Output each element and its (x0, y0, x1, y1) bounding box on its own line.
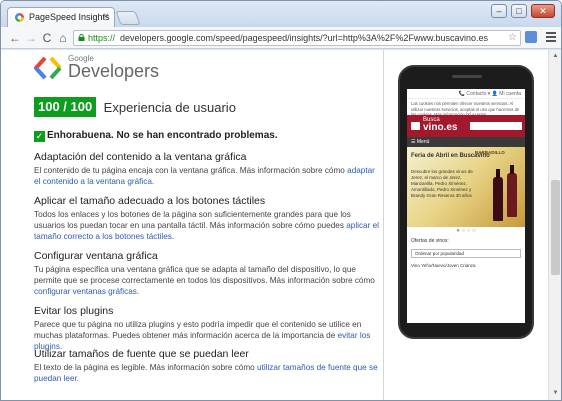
offers-label: Ofertas de vinos: (411, 238, 449, 244)
banner-brand: BARBADILLO (475, 150, 505, 155)
rule-text: El contenido de tu página encaja con la … (34, 166, 375, 186)
rule-viewport-content: Adaptación del contenido a la ventana gr… (34, 151, 379, 187)
congrats-text: Enhorabuena. No se han encontrado proble… (47, 130, 278, 141)
product-list-item: Vino Yeño/Nuevo/Joven Crianza (411, 263, 476, 268)
title-bar: PageSpeed Insights × – □ ✕ (1, 1, 561, 28)
score-row: 100 / 100 Experiencia de usuario (34, 97, 236, 117)
maximize-button[interactable]: □ (511, 4, 527, 18)
rule-title: Adaptación del contenido a la ventana gr… (34, 151, 247, 163)
tab-close-icon[interactable]: × (103, 11, 109, 22)
site-top-links: 📞 Contacto ▾ 👤 Mi cuenta (407, 89, 525, 99)
google-developers-logo[interactable]: Google Developers (34, 52, 174, 84)
rule-title: Evitar los plugins (34, 305, 114, 317)
lock-icon (78, 34, 85, 41)
banner-text: Descubre los grandes vinos de Jerez, el … (411, 169, 473, 198)
rule-avoid-plugins: Evitar los plugins Parece que tu página … (34, 305, 379, 352)
score-badge: 100 / 100 (34, 97, 97, 117)
logo-developers-text: Developers (68, 61, 160, 81)
bookmark-star-icon[interactable]: ☆ (508, 31, 517, 45)
site-banner: Feria de Abril en Buscavino Descubre los… (407, 147, 525, 227)
checkmark-icon: ✓ (34, 131, 45, 142)
scroll-down-arrow-icon[interactable]: ▼ (551, 389, 560, 398)
phone-screen-screenshot: 📞 Contacto ▾ 👤 Mi cuenta Las cookies nos… (407, 89, 525, 323)
developers-chevron-icon (34, 56, 62, 80)
browser-toolbar: ← → C ⌂ https:// developers.google.com/s… (1, 27, 561, 49)
forward-button[interactable]: → (23, 30, 39, 46)
rule-configure-viewport: Configurar ventana gráfica Tu página esp… (34, 250, 379, 297)
tab-pagespeed[interactable]: PageSpeed Insights × (7, 7, 115, 28)
minimize-button[interactable]: – (491, 4, 507, 18)
window-controls: – □ ✕ (491, 4, 555, 18)
rule-title: Utilizar tamaños de fuente que se puedan… (34, 348, 249, 360)
score-title: Experiencia de usuario (103, 99, 236, 115)
wine-bottle-image (493, 169, 503, 221)
site-menu-bar: ☰ Menú (407, 137, 525, 147)
url-scheme: https:// (88, 33, 116, 43)
site-cookie-notice: Las cookies nos permiten ofrecer nuestro… (411, 101, 520, 117)
sort-select: Ordenar por popularidad (411, 249, 521, 258)
mobile-preview-panel: 📞 Contacto ▾ 👤 Mi cuenta Las cookies nos… (384, 50, 548, 400)
close-window-button[interactable]: ✕ (531, 4, 555, 18)
address-bar[interactable]: https:// developers.google.com/speed/pag… (73, 30, 521, 46)
url-text: developers.google.com/speed/pagespeed/in… (120, 33, 488, 43)
rule-text: Tu página especifica una ventana gráfica… (34, 265, 375, 296)
congrats-message: ✓ Enhorabuena. No se han encontrado probl… (34, 130, 278, 142)
page-content: Google Developers 100 / 100 Experiencia … (1, 50, 561, 400)
rule-text: El texto de la página es legible. Más in… (34, 363, 378, 383)
back-button[interactable]: ← (7, 30, 23, 46)
chrome-menu-icon[interactable] (546, 32, 556, 44)
wine-bottle-image (507, 165, 517, 217)
rule-title: Aplicar el tamaño adecuado a los botones… (34, 195, 266, 207)
tab-title: PageSpeed Insights (29, 12, 110, 22)
phone-speaker (452, 75, 482, 78)
extension-icon[interactable] (525, 31, 537, 43)
site-header: Busca vino.es (407, 115, 525, 137)
vertical-scrollbar[interactable]: ▲ ▼ (548, 50, 561, 400)
site-cart-icon (411, 122, 420, 130)
rule-tap-targets: Aplicar el tamaño adecuado a los botones… (34, 195, 379, 242)
home-button[interactable]: ⌂ (55, 30, 71, 46)
results-panel: Google Developers 100 / 100 Experiencia … (1, 50, 383, 400)
site-logo: Busca vino.es (423, 117, 458, 133)
rule-link[interactable]: configurar ventanas gráficas (34, 287, 137, 296)
new-tab-button[interactable] (115, 11, 141, 25)
scroll-thumb[interactable] (551, 180, 560, 275)
rule-font-sizes: Utilizar tamaños de fuente que se puedan… (34, 348, 379, 384)
reload-button[interactable]: C (39, 30, 55, 46)
rule-text: Todos los enlaces y los botones de la pá… (34, 210, 379, 241)
pagespeed-favicon-icon (15, 13, 24, 22)
rule-title: Configurar ventana gráfica (34, 250, 158, 262)
scroll-up-arrow-icon[interactable]: ▲ (551, 52, 560, 61)
carousel-dots: ● ○ ○ ○ (456, 228, 476, 234)
phone-frame: 📞 Contacto ▾ 👤 Mi cuenta Las cookies nos… (398, 65, 534, 339)
site-search-box (470, 122, 522, 130)
browser-window: PageSpeed Insights × – □ ✕ ← → C ⌂ https… (0, 0, 562, 401)
